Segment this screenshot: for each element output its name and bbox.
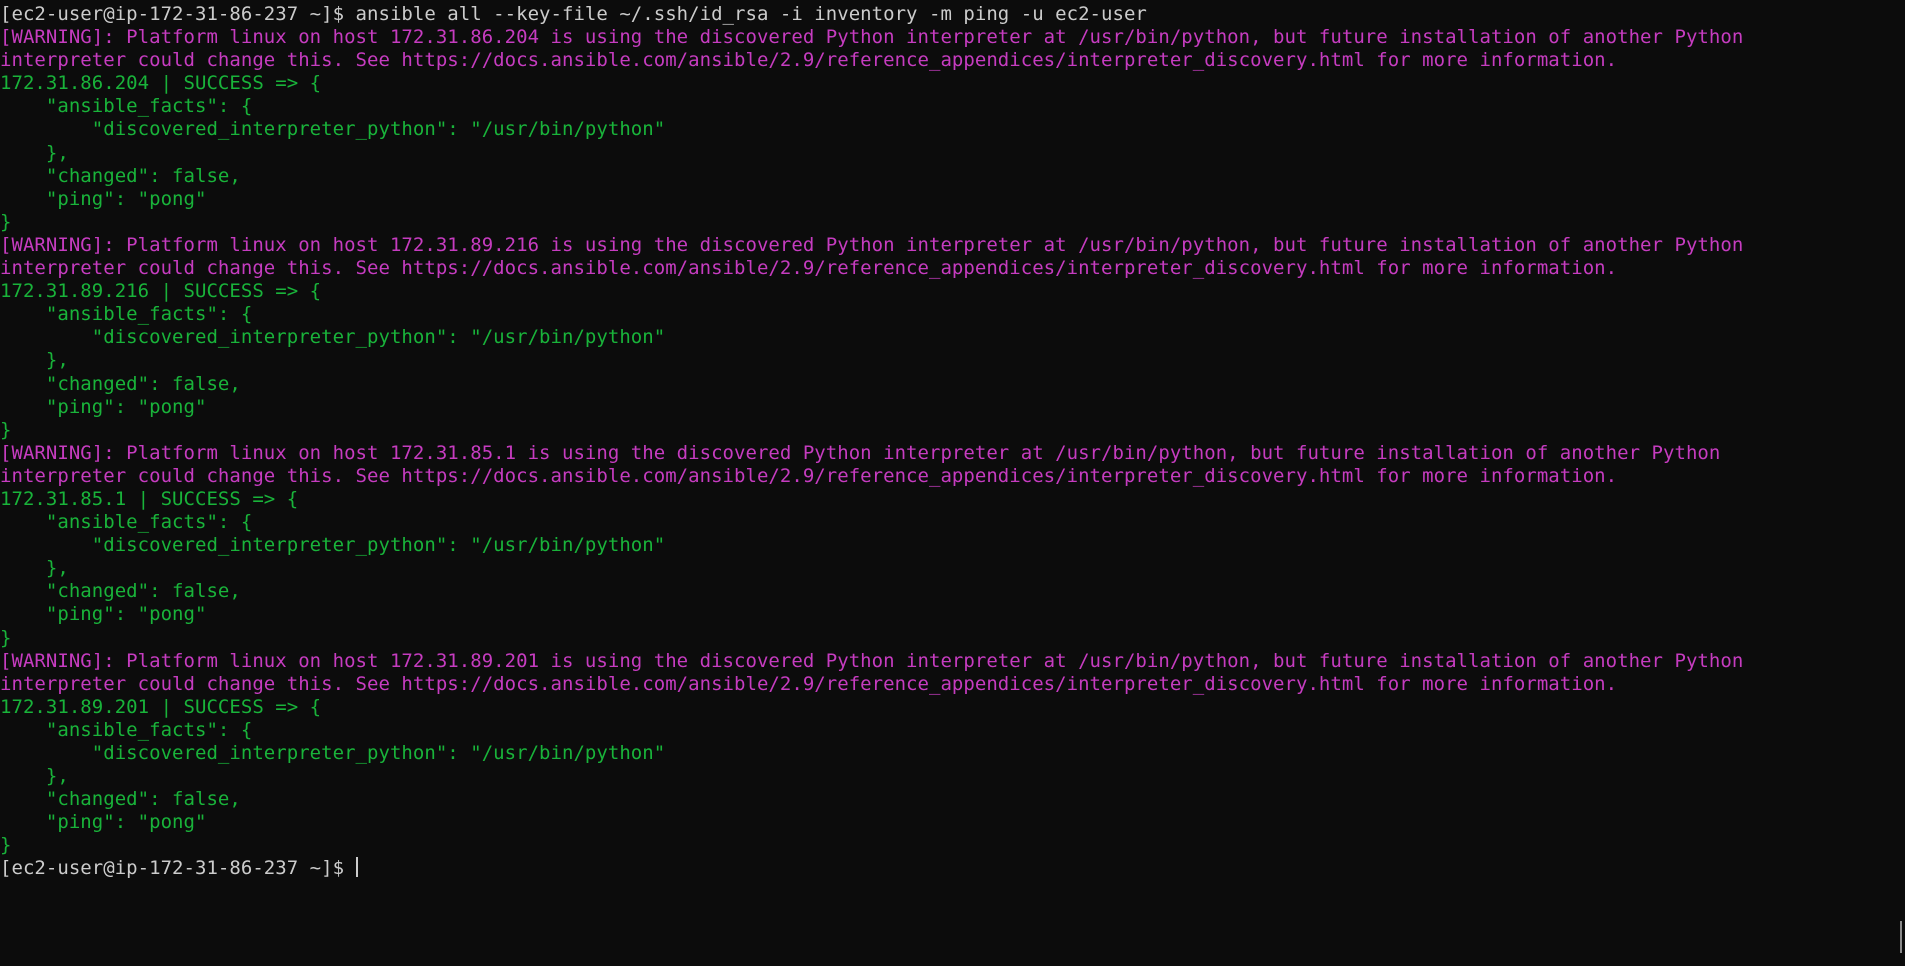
command-line: [ec2-user@ip-172-31-86-237 ~]$ ansible a… bbox=[0, 3, 1743, 26]
result-header: 172.31.89.216 | SUCCESS => { bbox=[0, 280, 322, 303]
facts-open-line: "ansible_facts": { bbox=[0, 511, 253, 534]
ping-line: "ping": "pong" bbox=[0, 603, 207, 626]
facts-open-line: "ansible_facts": { bbox=[0, 718, 253, 741]
terminal-output: [ec2-user@ip-172-31-86-237 ~]$ ansible a… bbox=[0, 3, 1743, 881]
facts-close-line: }, bbox=[0, 765, 69, 788]
close-brace-line: } bbox=[0, 210, 12, 233]
interpreter-line: "discovered_interpreter_python": "/usr/b… bbox=[0, 326, 666, 349]
changed-line: "changed": false, bbox=[0, 372, 241, 395]
warning-line: [WARNING]: Platform linux on host 172.31… bbox=[0, 233, 1744, 256]
ping-line: "ping": "pong" bbox=[0, 395, 207, 418]
warning-line: [WARNING]: Platform linux on host 172.31… bbox=[0, 441, 1721, 464]
changed-line: "changed": false, bbox=[0, 580, 241, 603]
facts-close-line: }, bbox=[0, 141, 69, 164]
host-block: [WARNING]: Platform linux on host 172.31… bbox=[0, 442, 1743, 650]
command-prompt: [ec2-user@ip-172-31-86-237 ~]$ bbox=[0, 3, 356, 25]
result-header: 172.31.85.1 | SUCCESS => { bbox=[0, 487, 299, 510]
interpreter-line: "discovered_interpreter_python": "/usr/b… bbox=[0, 118, 666, 141]
facts-open-line: "ansible_facts": { bbox=[0, 95, 253, 118]
warning-line: interpreter could change this. See https… bbox=[0, 49, 1618, 72]
warning-line: [WARNING]: Platform linux on host 172.31… bbox=[0, 649, 1744, 672]
ping-line: "ping": "pong" bbox=[0, 187, 207, 210]
changed-line: "changed": false, bbox=[0, 164, 241, 187]
scrollbar-thumb[interactable] bbox=[1900, 921, 1902, 953]
text-cursor bbox=[355, 857, 358, 878]
host-block: [WARNING]: Platform linux on host 172.31… bbox=[0, 26, 1743, 234]
facts-open-line: "ansible_facts": { bbox=[0, 303, 253, 326]
close-brace-line: } bbox=[0, 626, 12, 649]
close-brace-line: } bbox=[0, 418, 12, 441]
final-prompt-line[interactable]: [ec2-user@ip-172-31-86-237 ~]$ bbox=[0, 857, 1743, 880]
facts-close-line: }, bbox=[0, 349, 69, 372]
warning-line: interpreter could change this. See https… bbox=[0, 672, 1618, 695]
command-text: ansible all --key-file ~/.ssh/id_rsa -i … bbox=[355, 3, 1147, 25]
close-brace-line: } bbox=[0, 834, 12, 857]
result-header: 172.31.89.201 | SUCCESS => { bbox=[0, 695, 322, 718]
host-block: [WARNING]: Platform linux on host 172.31… bbox=[0, 234, 1743, 442]
warning-line: interpreter could change this. See https… bbox=[0, 257, 1618, 280]
facts-close-line: }, bbox=[0, 557, 69, 580]
final-prompt: [ec2-user@ip-172-31-86-237 ~]$ bbox=[0, 857, 356, 880]
result-header: 172.31.86.204 | SUCCESS => { bbox=[0, 72, 322, 95]
host-block: [WARNING]: Platform linux on host 172.31… bbox=[0, 650, 1743, 858]
interpreter-line: "discovered_interpreter_python": "/usr/b… bbox=[0, 534, 666, 557]
terminal-window[interactable]: [ec2-user@ip-172-31-86-237 ~]$ ansible a… bbox=[0, 0, 1905, 966]
warning-line: interpreter could change this. See https… bbox=[0, 464, 1618, 487]
changed-line: "changed": false, bbox=[0, 788, 241, 811]
warning-line: [WARNING]: Platform linux on host 172.31… bbox=[0, 26, 1744, 49]
ping-line: "ping": "pong" bbox=[0, 811, 207, 834]
interpreter-line: "discovered_interpreter_python": "/usr/b… bbox=[0, 742, 666, 764]
